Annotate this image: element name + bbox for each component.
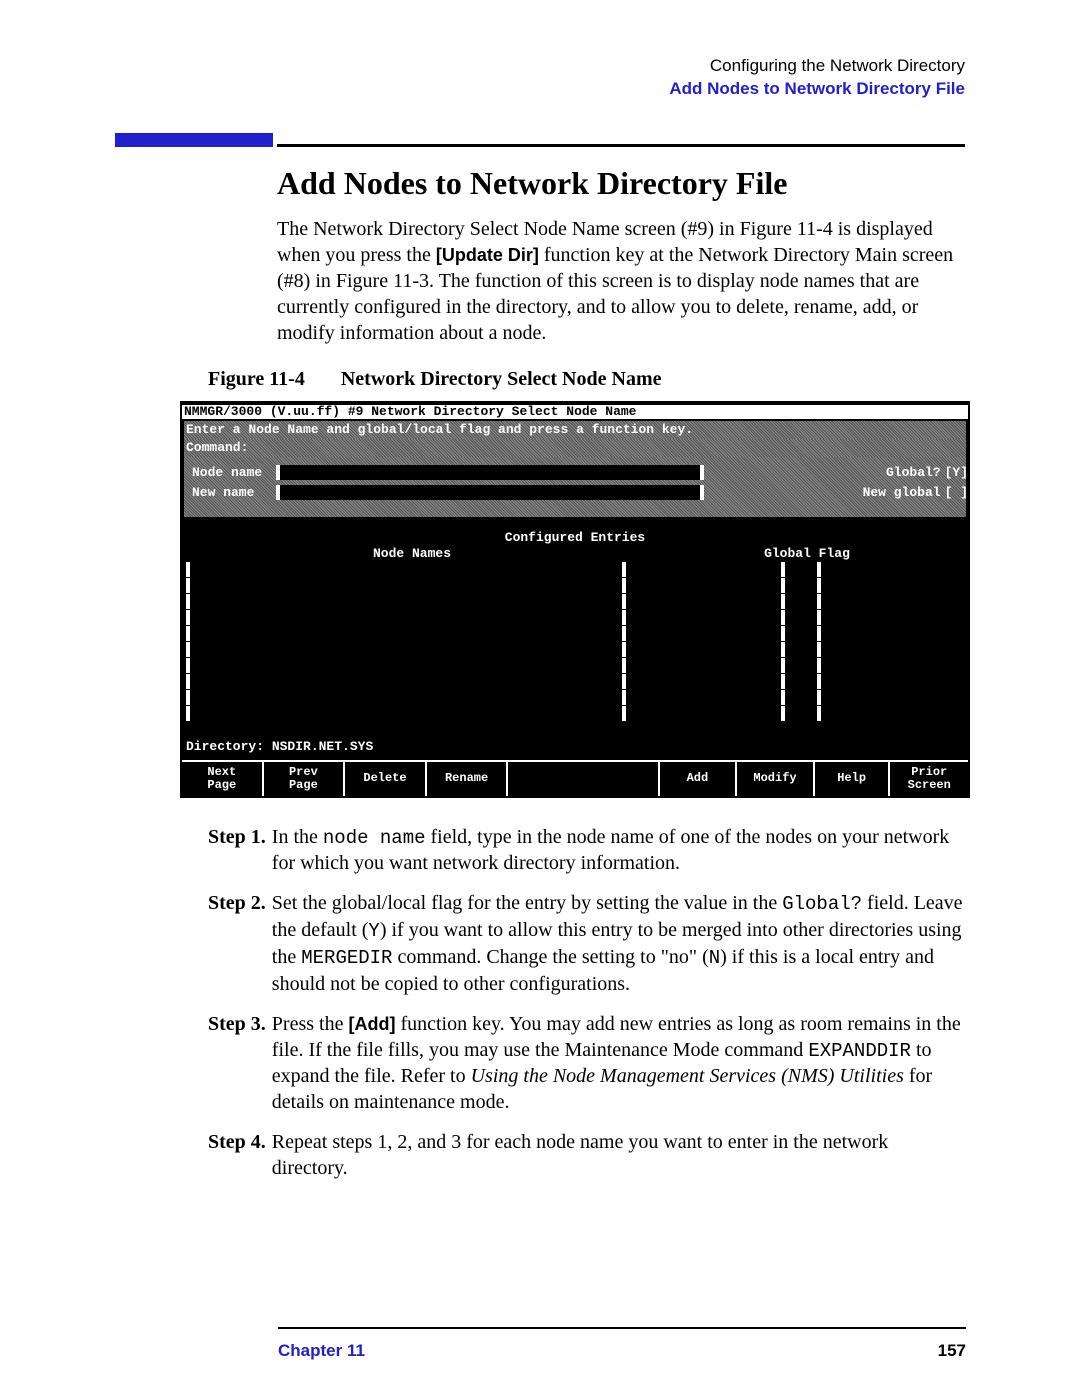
terminal-screenshot: NMMGR/3000 (V.uu.ff) #9 Network Director…	[180, 401, 970, 798]
terminal-title: NMMGR/3000 (V.uu.ff) #9 Network Director…	[182, 405, 968, 419]
footer-chapter: Chapter 11	[278, 1341, 365, 1361]
header-section: Add Nodes to Network Directory File	[115, 78, 965, 101]
new-global-value[interactable]: [ ]	[945, 486, 968, 500]
global-flag-field[interactable]	[781, 674, 821, 689]
step-text: Y	[368, 920, 379, 942]
col-global-flag: Global Flag	[732, 547, 882, 561]
step-text: command. Change the setting to "no" (	[392, 946, 708, 968]
footer-rule	[278, 1327, 966, 1329]
header-rule	[115, 133, 965, 147]
header-chapter: Configuring the Network Directory	[115, 55, 965, 78]
col-node-names: Node Names	[192, 547, 632, 561]
step-text: MERGEDIR	[301, 947, 392, 969]
global-flag-field[interactable]	[781, 594, 821, 609]
function-keys: NextPagePrevPageDeleteRename AddModifyHel…	[182, 760, 968, 796]
step: Step 4. Repeat steps 1, 2, and 3 for eac…	[208, 1129, 966, 1181]
column-headers: Node Names Global Flag	[182, 547, 968, 561]
fkey-prior[interactable]: PriorScreen	[890, 762, 968, 796]
global-flag-field[interactable]	[781, 642, 821, 657]
node-entry-field[interactable]	[186, 642, 626, 657]
node-entry-field[interactable]	[186, 578, 626, 593]
global-value[interactable]: [Y]	[945, 466, 968, 480]
configured-entries-heading: Configured Entries	[182, 531, 968, 545]
page-footer: Chapter 11 157	[278, 1341, 966, 1361]
entries-area	[182, 562, 968, 722]
new-name-field[interactable]	[276, 485, 704, 500]
terminal-input-area: Node name Global? [Y] New name New globa…	[184, 457, 966, 517]
fkey-modify[interactable]: Modify	[737, 762, 815, 796]
terminal-titlebar: NMMGR/3000 (V.uu.ff) #9 Network Director…	[182, 403, 968, 421]
fkey-rename[interactable]: Rename	[427, 762, 509, 796]
terminal-command-row: Command:	[184, 439, 966, 457]
step-text: Set the global/local flag for the entry …	[272, 892, 782, 914]
node-name-label: Node name	[188, 466, 276, 480]
directory-value: NSDIR.NET.SYS	[272, 739, 373, 754]
step-text: Global?	[782, 893, 862, 915]
global-flag-field[interactable]	[781, 626, 821, 641]
global-flag-field[interactable]	[781, 562, 821, 577]
global-flag-field[interactable]	[781, 658, 821, 673]
blue-rule	[115, 133, 273, 147]
step-label: Step 1.	[208, 824, 266, 877]
step-body: Repeat steps 1, 2, and 3 for each node n…	[272, 1129, 966, 1181]
node-entry-field[interactable]	[186, 562, 626, 577]
page-header: Configuring the Network Directory Add No…	[115, 55, 965, 101]
fkey-prev[interactable]: PrevPage	[264, 762, 346, 796]
step-label: Step 3.	[208, 1011, 266, 1116]
steps-list: Step 1. In the node name field, type in …	[208, 824, 966, 1181]
step: Step 3. Press the [Add] function key. Yo…	[208, 1011, 966, 1116]
step-text: Using the Node Management Services (NMS)…	[471, 1065, 904, 1087]
fkey-help[interactable]: Help	[815, 762, 891, 796]
figure-caption: Figure 11-4 Network Directory Select Node…	[208, 368, 965, 391]
fkey-next[interactable]: NextPage	[182, 762, 264, 796]
fkey-delete[interactable]: Delete	[345, 762, 427, 796]
step-text: EXPANDDIR	[808, 1040, 911, 1062]
step-label: Step 2.	[208, 890, 266, 996]
node-entry-field[interactable]	[186, 690, 626, 705]
global-flag-field[interactable]	[781, 706, 821, 721]
node-entry-field[interactable]	[186, 674, 626, 689]
figure-title: Network Directory Select Node Name	[341, 368, 662, 390]
node-name-field[interactable]	[276, 465, 704, 480]
node-entry-field[interactable]	[186, 594, 626, 609]
update-dir-key: [Update Dir]	[436, 245, 539, 265]
global-flag-field[interactable]	[781, 578, 821, 593]
global-flag-field[interactable]	[781, 610, 821, 625]
step-body: In the node name field, type in the node…	[272, 824, 966, 877]
intro-paragraph: The Network Directory Select Node Name s…	[277, 216, 965, 346]
step: Step 1. In the node name field, type in …	[208, 824, 966, 877]
step-text: node name	[323, 827, 426, 849]
page-title: Add Nodes to Network Directory File	[277, 165, 965, 202]
node-entry-field[interactable]	[186, 706, 626, 721]
step-text: Repeat steps 1, 2, and 3 for each node n…	[272, 1131, 888, 1179]
fkey-blank	[508, 762, 659, 796]
new-name-label: New name	[188, 486, 276, 500]
node-entry-field[interactable]	[186, 610, 626, 625]
command-label: Command:	[186, 441, 248, 455]
step-body: Press the [Add] function key. You may ad…	[272, 1011, 966, 1116]
node-entry-field[interactable]	[186, 658, 626, 673]
step-text: In the	[272, 826, 323, 848]
fkey-add[interactable]: Add	[660, 762, 738, 796]
terminal-prompt: Enter a Node Name and global/local flag …	[184, 421, 966, 439]
global-label: Global?	[882, 466, 945, 480]
step: Step 2. Set the global/local flag for th…	[208, 890, 966, 996]
directory-line: Directory: NSDIR.NET.SYS	[182, 722, 968, 760]
footer-page-number: 157	[938, 1341, 966, 1361]
step-body: Set the global/local flag for the entry …	[272, 890, 966, 996]
step-text: Press the	[272, 1013, 349, 1035]
figure-number: Figure 11-4	[208, 368, 305, 390]
new-global-label: New global	[859, 486, 945, 500]
step-label: Step 4.	[208, 1129, 266, 1181]
directory-label: Directory:	[186, 739, 264, 754]
step-text: N	[709, 947, 720, 969]
node-entry-field[interactable]	[186, 626, 626, 641]
black-rule	[277, 144, 965, 147]
global-flag-field[interactable]	[781, 690, 821, 705]
step-text: [Add]	[348, 1014, 395, 1034]
